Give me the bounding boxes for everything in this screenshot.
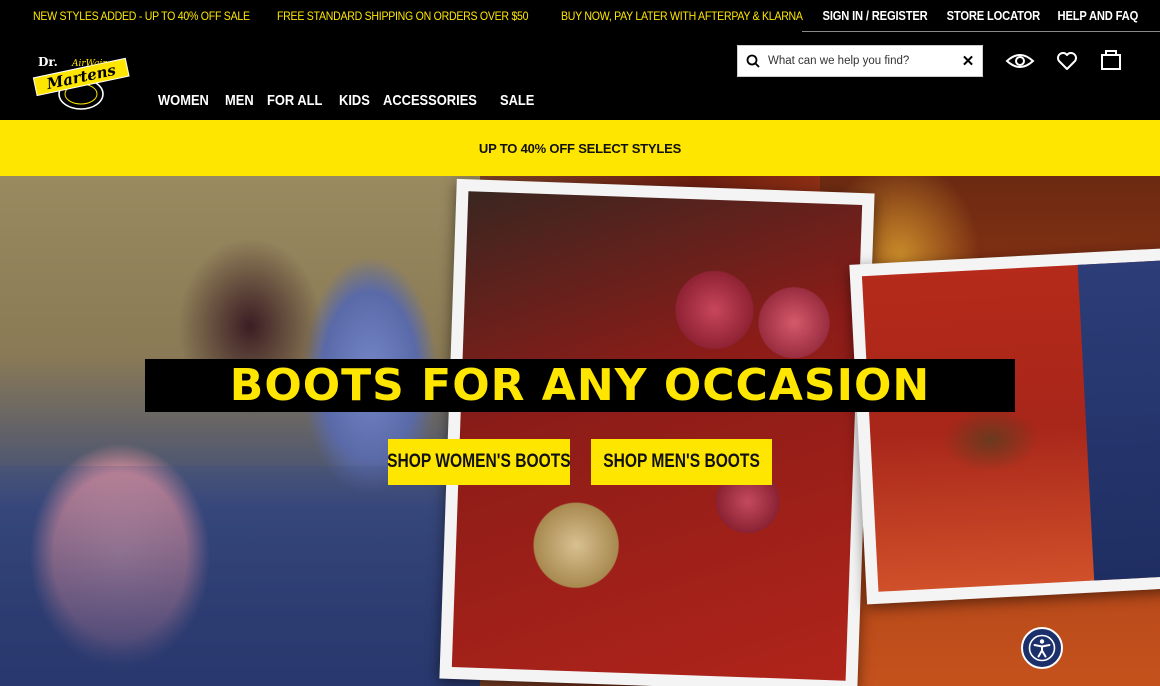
sign-in-link[interactable]: SIGN IN / REGISTER bbox=[822, 8, 927, 23]
shop-womens-boots-label: SHOP WOMEN'S BOOTS bbox=[387, 451, 571, 472]
help-faq-link[interactable]: HELP AND FAQ bbox=[1057, 8, 1138, 23]
heart-icon[interactable] bbox=[1056, 51, 1078, 76]
promo-message-afterpay[interactable]: BUY NOW, PAY LATER WITH AFTERPAY & KLARN… bbox=[561, 9, 803, 23]
promo-strip: NEW STYLES ADDED - UP TO 40% OFF SALE FR… bbox=[0, 0, 1160, 32]
nav-women[interactable]: WOMEN bbox=[158, 92, 209, 109]
hero-title: BOOTS FOR ANY OCCASION bbox=[145, 359, 1015, 412]
shop-mens-boots-button[interactable]: SHOP MEN'S BOOTS bbox=[591, 439, 772, 485]
accessibility-icon[interactable] bbox=[1021, 627, 1063, 669]
main-nav: WOMEN MEN FOR ALL KIDS ACCESSORIES SALE bbox=[158, 92, 534, 109]
promo-messages: NEW STYLES ADDED - UP TO 40% OFF SALE FR… bbox=[0, 9, 814, 23]
nav-accessories[interactable]: ACCESSORIES bbox=[383, 92, 477, 109]
search-input[interactable] bbox=[768, 46, 954, 76]
search-box: ✕ bbox=[737, 45, 983, 77]
utility-links: SIGN IN / REGISTER STORE LOCATOR HELP AN… bbox=[802, 0, 1160, 32]
svg-text:AirWair: AirWair bbox=[71, 59, 107, 69]
hero-image-left bbox=[0, 176, 480, 686]
promo-message-sale[interactable]: NEW STYLES ADDED - UP TO 40% OFF SALE bbox=[33, 9, 250, 23]
site-header: Martens Dr. AirWair WOMEN MEN FOR ALL KI… bbox=[0, 32, 1160, 120]
nav-for-all[interactable]: FOR ALL bbox=[267, 92, 322, 109]
shop-womens-boots-button[interactable]: SHOP WOMEN'S BOOTS bbox=[387, 439, 571, 485]
hero-photo-frame bbox=[849, 247, 1160, 605]
bag-icon[interactable] bbox=[1100, 49, 1122, 76]
nav-men[interactable]: MEN bbox=[225, 92, 254, 109]
store-locator-link[interactable]: STORE LOCATOR bbox=[946, 8, 1040, 23]
nav-sale[interactable]: SALE bbox=[500, 92, 534, 109]
hero-photo-frame bbox=[439, 178, 875, 686]
shop-mens-boots-label: SHOP MEN'S BOOTS bbox=[603, 451, 760, 472]
search-icon[interactable] bbox=[738, 54, 768, 68]
eye-icon[interactable] bbox=[1005, 50, 1035, 77]
svg-text:Dr.: Dr. bbox=[38, 55, 58, 69]
promo-message-shipping[interactable]: FREE STANDARD SHIPPING ON ORDERS OVER $5… bbox=[277, 9, 529, 23]
nav-kids[interactable]: KIDS bbox=[339, 92, 370, 109]
dr-martens-logo[interactable]: Martens Dr. AirWair bbox=[32, 54, 130, 116]
hero-banner[interactable]: BOOTS FOR ANY OCCASION SHOP WOMEN'S BOOT… bbox=[0, 176, 1160, 686]
sale-banner[interactable]: UP TO 40% OFF SELECT STYLES bbox=[0, 120, 1160, 176]
sale-banner-text: UP TO 40% OFF SELECT STYLES bbox=[478, 140, 682, 156]
hero-title-text: BOOTS FOR ANY OCCASION bbox=[229, 360, 931, 411]
close-icon[interactable]: ✕ bbox=[954, 52, 982, 70]
